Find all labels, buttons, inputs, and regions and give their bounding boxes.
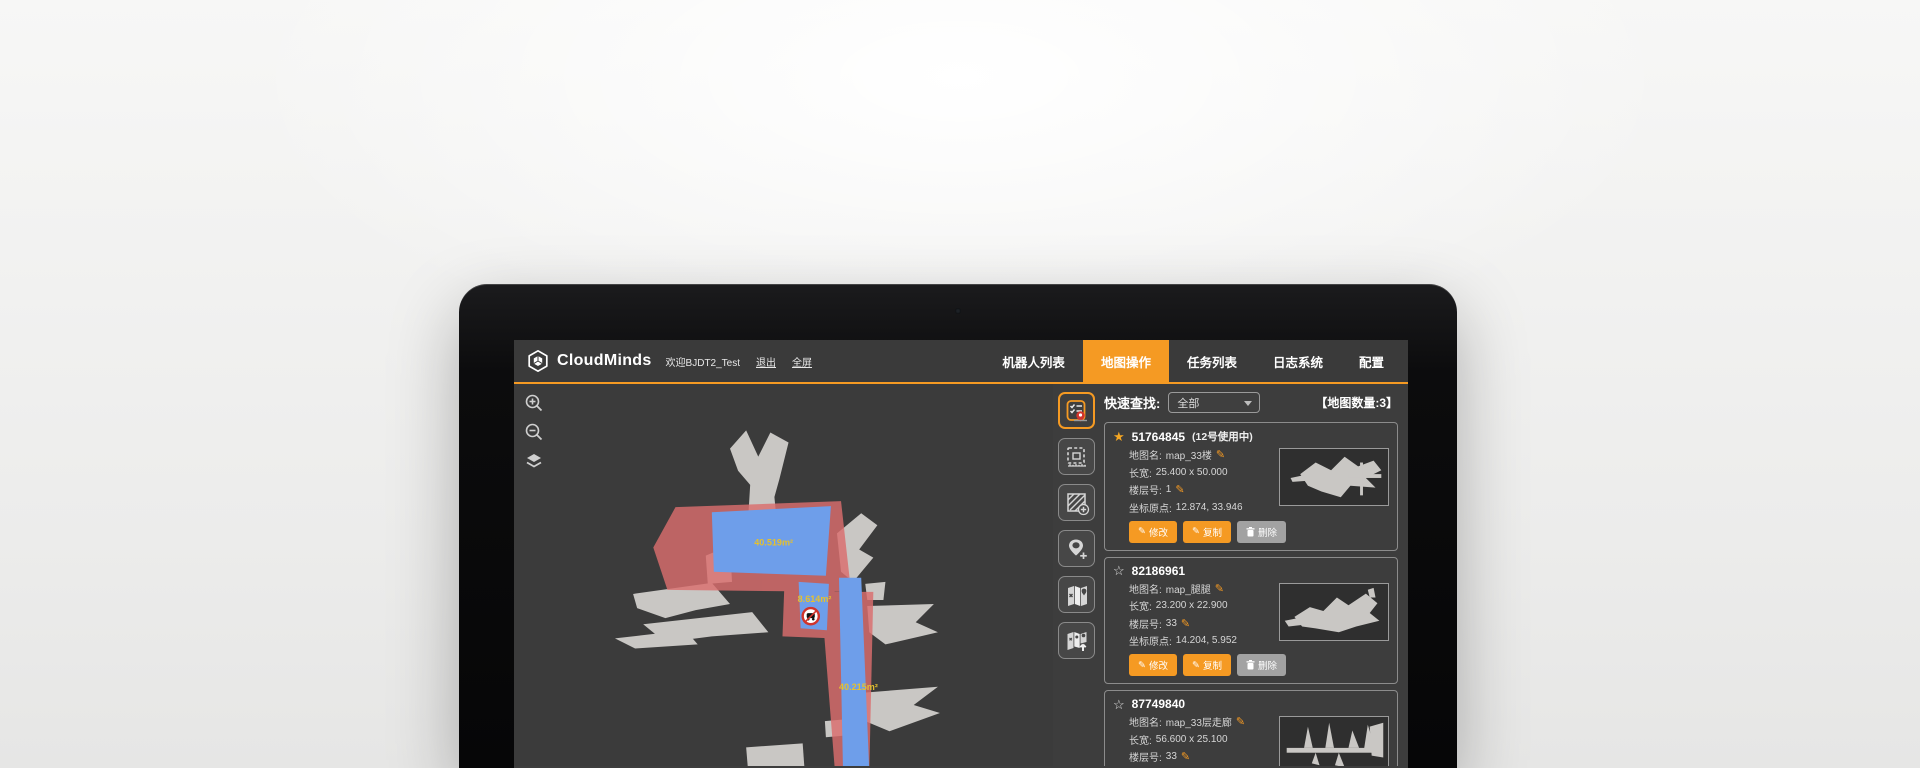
edit-pencil-icon[interactable]: ✎ [1216,448,1225,461]
brand: CloudMinds [514,340,666,382]
filter-select[interactable]: 全部 [1168,392,1260,413]
size-value: 25.400 x 50.000 [1156,467,1228,478]
edit-button[interactable]: ✎修改 [1129,654,1177,676]
main-nav: 机器人列表 地图操作 任务列表 日志系统 配置 [984,340,1408,382]
welcome-text: 欢迎BJDT2_Test [666,354,740,369]
map-name-value: map_腿腿 [1166,581,1211,596]
app-screen: CloudMinds 欢迎BJDT2_Test 退出 全屏 机器人列表 地图操作… [514,340,1408,768]
edit-pencil-icon[interactable]: ✎ [1181,617,1190,630]
nav-task-list[interactable]: 任务列表 [1169,340,1255,382]
chevron-down-icon [1244,401,1252,406]
trash-icon [1246,527,1255,537]
size-label: 长宽: [1129,465,1152,480]
map-name-label: 地图名: [1129,581,1162,596]
nav-robot-list[interactable]: 机器人列表 [984,340,1083,382]
favorite-star-icon[interactable]: ☆ [1113,698,1125,711]
map-thumbnail[interactable] [1279,716,1389,766]
map-card: ☆ 82186961 地图名: map_腿腿 ✎ 长宽: 23.200 x 22.90… [1104,557,1398,685]
upload-map-tool[interactable] [1058,622,1095,659]
content: 40.519m² 8.614m² 40.215m² [514,384,1408,766]
map-count-label: 【地图数量:3】 [1315,394,1398,411]
zoom-in-icon[interactable] [523,392,545,414]
welcome-area: 欢迎BJDT2_Test 退出 全屏 [666,340,812,382]
map-card: ☆ 87749840 地图名: map_33层走廊 ✎ 长宽: 56.600 x 25… [1104,690,1398,766]
edit-pencil-icon[interactable]: ✎ [1215,582,1224,595]
floor-label: 楼层号: [1129,749,1162,764]
map-controls [523,392,545,472]
origin-value: 14.204, 5.952 [1176,635,1237,646]
map-toolbar [1053,384,1100,766]
map-canvas[interactable]: 40.519m² 8.614m² 40.215m² [514,384,1053,766]
map-thumbnail[interactable] [1279,583,1389,641]
delete-button[interactable]: 删除 [1237,521,1286,543]
delete-button[interactable]: 删除 [1237,654,1286,676]
map-marker-tool[interactable] [1058,576,1095,613]
map-occupancy-shapes [615,430,940,766]
map-name-value: map_33楼 [1166,447,1212,462]
layers-icon[interactable] [523,450,545,472]
copy-button[interactable]: ✎复制 [1183,521,1231,543]
map-card: ★ 51764845 (12号使用中) 地图名: map_33楼 ✎ 长宽: 25.4… [1104,422,1398,551]
no-entry-sign-marker[interactable] [803,608,819,624]
webcam-dot [955,308,961,314]
nav-map-operation[interactable]: 地图操作 [1083,340,1169,382]
trash-icon [1246,660,1255,670]
panel-header: 快速查找: 全部 【地图数量:3】 [1104,392,1398,413]
cloudminds-logo-icon [526,349,550,373]
edit-button[interactable]: ✎修改 [1129,521,1177,543]
map-list-panel: 快速查找: 全部 【地图数量:3】 ★ 51764845 (12号使用中) 地图… [1100,384,1408,766]
map-name-label: 地图名: [1129,447,1162,462]
brand-name: CloudMinds [557,352,652,370]
pencil-icon: ✎ [1138,660,1146,671]
origin-value: 12.874, 33.946 [1176,502,1243,513]
area-label-2: 8.614m² [798,594,832,604]
size-value: 56.600 x 25.100 [1156,734,1228,745]
measure-area-tool[interactable] [1058,438,1095,475]
floor-value: 1 [1166,484,1172,495]
quick-search-label: 快速查找: [1104,393,1160,412]
area-label-1: 40.519m² [754,537,793,547]
map-id: 87749840 [1132,697,1185,711]
size-value: 23.200 x 22.900 [1156,600,1228,611]
origin-label: 坐标原点: [1129,500,1172,515]
laptop-frame: CloudMinds 欢迎BJDT2_Test 退出 全屏 机器人列表 地图操作… [459,284,1457,768]
size-label: 长宽: [1129,732,1152,747]
filter-selected-value: 全部 [1177,395,1199,411]
edit-pencil-icon[interactable]: ✎ [1181,750,1190,763]
map-id: 51764845 [1132,430,1185,444]
map-thumbnail[interactable] [1279,448,1389,506]
add-restricted-zone-tool[interactable] [1058,484,1095,521]
floor-value: 33 [1166,618,1177,629]
floor-label: 楼层号: [1129,482,1162,497]
task-list-pin-tool[interactable] [1058,392,1095,429]
fullscreen-link[interactable]: 全屏 [792,354,812,369]
slam-map: 40.519m² 8.614m² 40.215m² [514,384,1053,766]
pencil-icon: ✎ [1192,660,1200,671]
pencil-icon: ✎ [1192,526,1200,537]
edit-pencil-icon[interactable]: ✎ [1236,715,1245,728]
zoom-out-icon[interactable] [523,421,545,443]
nav-config[interactable]: 配置 [1341,340,1402,382]
top-bar: CloudMinds 欢迎BJDT2_Test 退出 全屏 机器人列表 地图操作… [514,340,1408,384]
favorite-star-icon[interactable]: ★ [1113,430,1125,443]
nav-log-system[interactable]: 日志系统 [1255,340,1341,382]
favorite-star-icon[interactable]: ☆ [1113,564,1125,577]
add-point-tool[interactable] [1058,530,1095,567]
map-in-use-note: (12号使用中) [1192,429,1253,444]
origin-label: 坐标原点: [1129,633,1172,648]
copy-button[interactable]: ✎复制 [1183,654,1231,676]
map-name-label: 地图名: [1129,714,1162,729]
area-label-3: 40.215m² [839,682,878,692]
pencil-icon: ✎ [1138,526,1146,537]
map-name-value: map_33层走廊 [1166,714,1232,729]
floor-value: 33 [1166,751,1177,762]
map-id: 82186961 [1132,564,1185,578]
logout-link[interactable]: 退出 [756,354,776,369]
edit-pencil-icon[interactable]: ✎ [1175,483,1184,496]
size-label: 长宽: [1129,598,1152,613]
floor-label: 楼层号: [1129,616,1162,631]
